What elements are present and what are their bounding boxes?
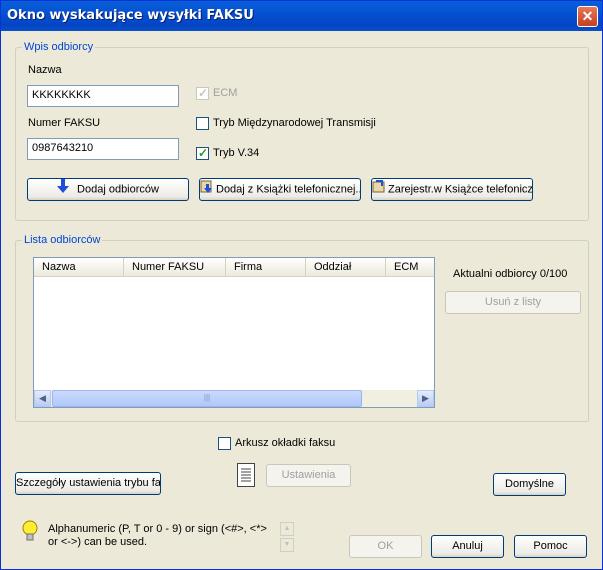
title-bar[interactable]: Okno wyskakujące wysyłki FAKSU ✕ xyxy=(1,1,602,31)
add-recipients-label: Dodaj odbiorców xyxy=(77,183,159,196)
v34-mode-checkbox[interactable]: ✓ xyxy=(196,146,209,160)
fax-popup-window: Okno wyskakujące wysyłki FAKSU ✕ Wpis od… xyxy=(0,0,603,570)
v34-mode-label: Tryb V.34 xyxy=(213,147,260,159)
hint-spinner[interactable]: ▲ ▼ xyxy=(280,522,294,552)
cover-sheet-label: Arkusz okładki faksu xyxy=(235,437,336,449)
register-phonebook-icon xyxy=(372,179,386,200)
current-recipients-count: Aktualni odbiorcy 0/100 xyxy=(453,268,568,280)
scroll-right-icon[interactable]: ▶ xyxy=(417,390,434,407)
scroll-thumb[interactable]: ||| xyxy=(52,390,362,407)
register-phonebook-button[interactable]: Zarejestr.w Książce telefonicznej xyxy=(371,178,533,201)
arrow-down-icon xyxy=(57,179,70,200)
cover-page-icon xyxy=(237,463,255,487)
name-label: Nazwa xyxy=(28,64,62,76)
horizontal-scrollbar[interactable]: ◀ ||| ▶ xyxy=(34,390,434,407)
add-recipients-button[interactable]: Dodaj odbiorców xyxy=(27,178,189,201)
column-header-company[interactable]: Firma xyxy=(226,258,306,276)
defaults-button[interactable]: Domyślne xyxy=(493,473,566,496)
add-from-phonebook-label: Dodaj z Książki telefonicznej... xyxy=(216,183,361,196)
spin-up-icon[interactable]: ▲ xyxy=(280,522,294,536)
name-input[interactable]: KKKKKKKK xyxy=(27,85,179,107)
list-header: Nazwa Numer FAKSU Firma Oddział ECM xyxy=(34,258,434,277)
fax-number-input[interactable]: 0987643210 xyxy=(27,138,179,160)
column-header-name[interactable]: Nazwa xyxy=(34,258,124,276)
international-mode-label: Tryb Międzynarodowej Transmisji xyxy=(213,117,376,129)
settings-button[interactable]: Ustawienia xyxy=(266,464,351,487)
column-header-department[interactable]: Oddział xyxy=(306,258,386,276)
column-header-ecm[interactable]: ECM xyxy=(386,258,436,276)
recipient-entry-legend: Wpis odbiorcy xyxy=(24,41,94,53)
spin-down-icon[interactable]: ▼ xyxy=(280,538,294,552)
scroll-left-icon[interactable]: ◀ xyxy=(34,390,51,407)
remove-from-list-button[interactable]: Usuń z listy xyxy=(445,291,581,314)
recipient-list[interactable]: Nazwa Numer FAKSU Firma Oddział ECM ◀ ||… xyxy=(33,257,435,408)
recipient-list-legend: Lista odbiorców xyxy=(24,234,101,246)
window-title: Okno wyskakujące wysyłki FAKSU xyxy=(7,8,254,23)
lightbulb-icon xyxy=(21,520,39,546)
column-header-fax-number[interactable]: Numer FAKSU xyxy=(124,258,226,276)
cancel-button[interactable]: Anuluj xyxy=(431,535,504,558)
close-button[interactable]: ✕ xyxy=(577,6,598,27)
ecm-checkbox[interactable]: ✓ xyxy=(196,86,209,100)
hint-text: Alphanumeric (P, T or 0 - 9) or sign (<#… xyxy=(48,523,267,548)
cover-sheet-checkbox[interactable] xyxy=(218,437,231,450)
ecm-label: ECM xyxy=(213,87,238,99)
register-phonebook-label: Zarejestr.w Książce telefonicznej xyxy=(388,183,533,196)
fax-mode-details-button[interactable]: Szczegóły ustawienia trybu faksu xyxy=(15,472,161,495)
fax-number-label: Numer FAKSU xyxy=(28,117,101,129)
ok-button[interactable]: OK xyxy=(349,535,422,558)
international-mode-checkbox[interactable] xyxy=(196,117,209,130)
help-button[interactable]: Pomoc xyxy=(514,535,587,558)
add-from-phonebook-button[interactable]: Dodaj z Książki telefonicznej... xyxy=(199,178,361,201)
phonebook-icon xyxy=(200,179,214,200)
